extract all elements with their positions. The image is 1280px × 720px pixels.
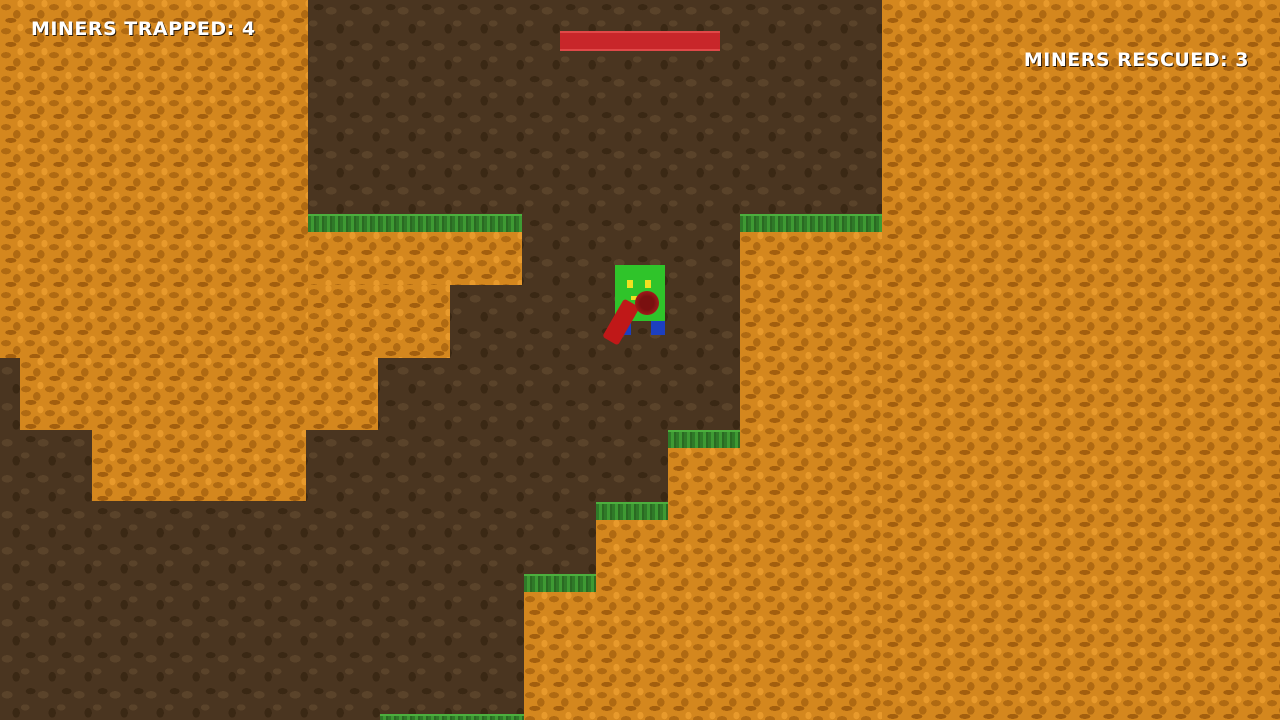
game-canvas[interactable]: MINERS TRAPPED: 4 MINERS RESCUED: 3 <box>0 0 1280 720</box>
grass-bottom <box>380 714 524 720</box>
grass-ledge-right <box>740 214 882 232</box>
rock-step-left-2 <box>20 358 378 430</box>
rock-ledge-left-upper <box>308 232 522 285</box>
rock-step-left-3 <box>92 430 306 501</box>
grass-step-2 <box>596 502 668 520</box>
drill-head-icon <box>635 291 659 315</box>
grass-step-1 <box>668 430 740 448</box>
player-miner[interactable] <box>602 265 667 346</box>
health-bar-fill <box>560 33 720 49</box>
rock-step-right-3 <box>524 592 596 720</box>
drill-icon <box>602 298 640 346</box>
player-right-foot <box>651 319 665 335</box>
rock-ledge-right-upper <box>740 232 882 720</box>
player-right-eye <box>645 280 651 288</box>
health-bar <box>560 31 720 51</box>
miners-rescued-counter: MINERS RESCUED: 3 <box>1023 49 1249 71</box>
rock-step-right-2 <box>596 520 668 720</box>
rock-step-right-1 <box>668 448 740 720</box>
rock-wall-right-top <box>882 0 1280 720</box>
player-left-eye <box>627 280 633 288</box>
rock-step-left-1 <box>308 285 450 358</box>
rock-wall-left-top <box>0 0 308 358</box>
miners-trapped-counter: MINERS TRAPPED: 4 <box>31 18 256 40</box>
grass-ledge-left <box>308 214 522 232</box>
grass-step-3 <box>524 574 596 592</box>
